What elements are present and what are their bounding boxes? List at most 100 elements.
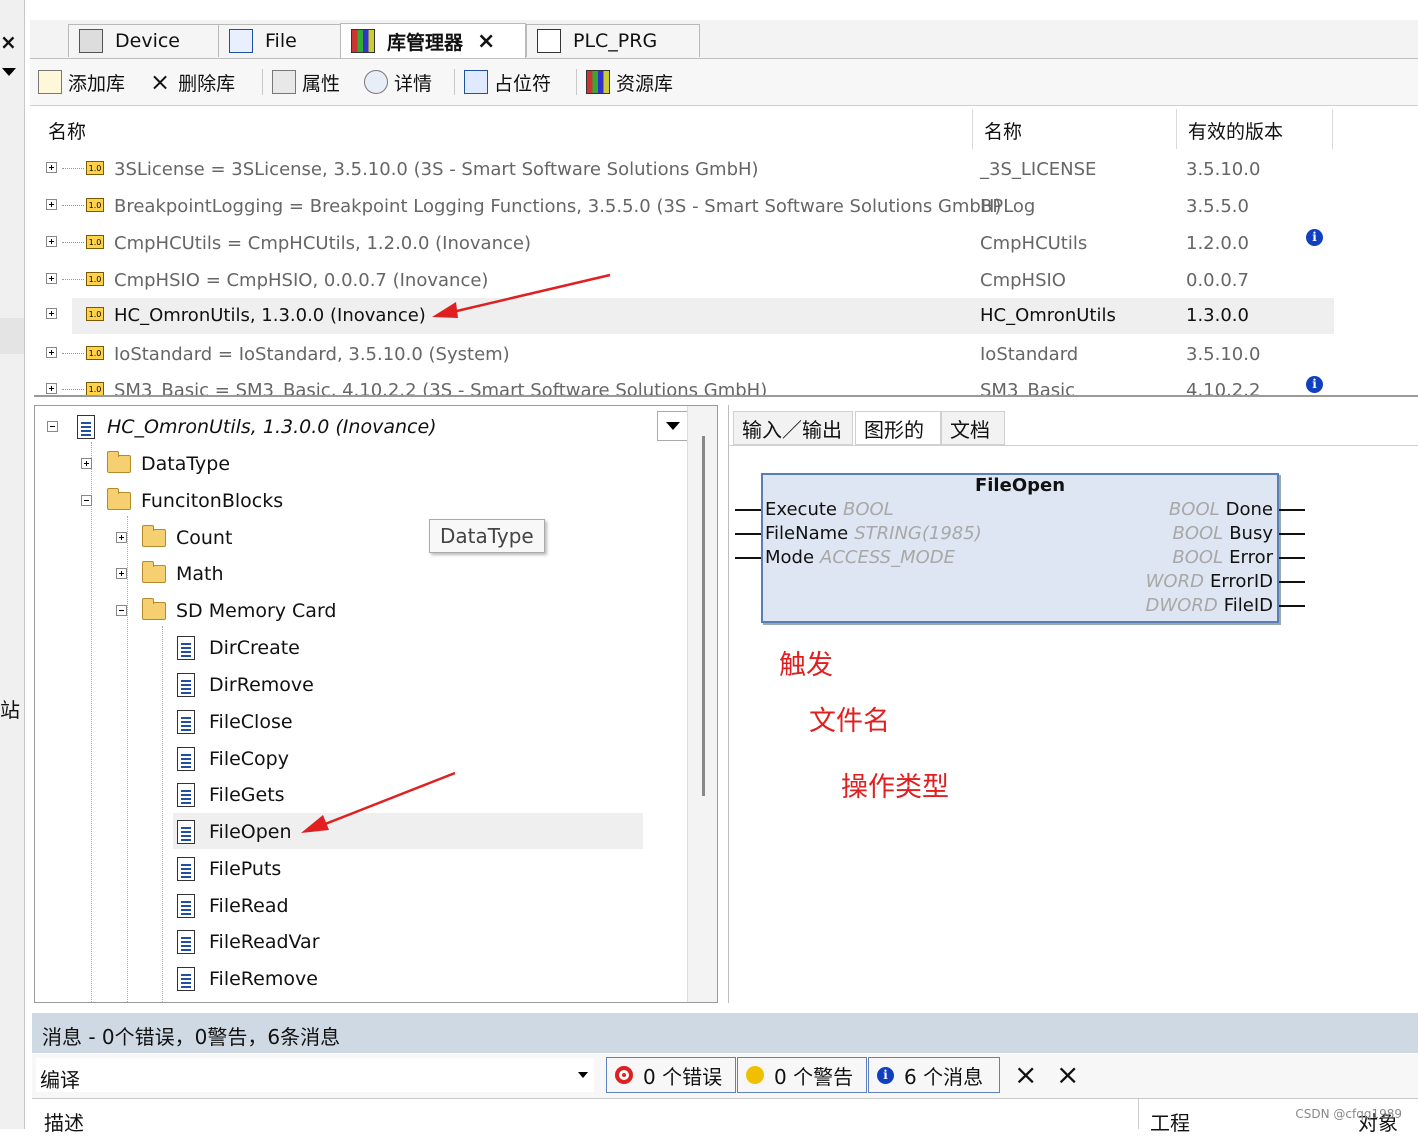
function-block-icon bbox=[177, 710, 195, 734]
library-version-icon: 1.0 bbox=[86, 307, 104, 321]
placeholder-icon bbox=[464, 70, 488, 94]
dropdown-arrow-icon bbox=[666, 422, 680, 430]
side-selection bbox=[0, 318, 24, 354]
tree-item-fileputs[interactable]: FilePuts bbox=[177, 854, 281, 884]
function-block-icon bbox=[177, 747, 195, 771]
tree-folder-math[interactable]: Math bbox=[142, 559, 224, 589]
expand-icon[interactable] bbox=[46, 162, 57, 173]
message-category-select[interactable]: 编译 bbox=[36, 1058, 594, 1092]
collapse-icon[interactable] bbox=[116, 605, 127, 616]
table-row[interactable]: 1.0 BreakpointLogging = Breakpoint Loggi… bbox=[34, 189, 1334, 225]
messages-toolbar: 编译 0 个错误 0 个警告 i 6 个消息 × × bbox=[32, 1054, 1418, 1099]
placeholder-button[interactable]: 占位符 bbox=[464, 68, 551, 96]
scrollbar-thumb[interactable] bbox=[702, 436, 705, 796]
tree-item-fileread[interactable]: FileRead bbox=[177, 891, 289, 921]
tree-folder-sd-memory-card[interactable]: SD Memory Card bbox=[142, 596, 337, 626]
column-header-namespace[interactable]: 名称 bbox=[984, 117, 1022, 144]
expand-icon[interactable] bbox=[46, 347, 57, 358]
annotation-operation-type: 操作类型 bbox=[841, 772, 949, 803]
fb-pin bbox=[1279, 509, 1305, 511]
table-row[interactable]: 1.0 IoStandard = IoStandard, 3.5.10.0 (S… bbox=[34, 337, 1334, 373]
tree-folder-functionblocks[interactable]: FuncitonBlocks bbox=[107, 486, 283, 516]
expand-icon[interactable] bbox=[116, 532, 127, 543]
column-header-name[interactable]: 名称 bbox=[48, 117, 86, 144]
tree-guide bbox=[91, 442, 92, 1002]
fb-pin bbox=[1279, 533, 1305, 535]
repository-button[interactable]: 资源库 bbox=[586, 68, 673, 96]
expand-icon[interactable] bbox=[46, 308, 57, 319]
library-version-icon: 1.0 bbox=[86, 161, 104, 175]
expand-icon[interactable] bbox=[46, 199, 57, 210]
tab-io[interactable]: 输入／输出 bbox=[733, 411, 853, 445]
info-icon: i bbox=[877, 1066, 894, 1084]
tree-item-filegets[interactable]: FileGets bbox=[177, 780, 285, 810]
column-header-project[interactable]: 工程 bbox=[1150, 1107, 1190, 1136]
clear-messages-icon[interactable]: × bbox=[1014, 1058, 1037, 1091]
library-table: 名称 名称 有效的版本 1.0 3SLicense = 3SLicense, 3… bbox=[34, 107, 1418, 397]
tree-item-fileremove[interactable]: FileRemove bbox=[177, 964, 318, 994]
tree-item-fileclose[interactable]: FileClose bbox=[177, 707, 293, 737]
annotation-arrow bbox=[301, 771, 456, 833]
errors-filter-button[interactable]: 0 个错误 bbox=[606, 1057, 736, 1093]
expand-icon[interactable] bbox=[81, 458, 92, 469]
tab-graphic[interactable]: 图形的 bbox=[855, 411, 941, 445]
messages-filter-button[interactable]: i 6 个消息 bbox=[868, 1057, 1000, 1093]
properties-icon bbox=[272, 70, 296, 94]
tab-documentation[interactable]: 文档 bbox=[941, 411, 1005, 445]
function-block-icon bbox=[177, 857, 195, 881]
details-button[interactable]: 详情 bbox=[364, 68, 432, 96]
tree-folder-count[interactable]: Count bbox=[142, 523, 232, 553]
editor-tab-bar: Device File 库管理器 × PLC_PRG bbox=[30, 20, 1418, 59]
annotation-arrow bbox=[432, 273, 611, 318]
watermark: CSDN @cfqq1989 bbox=[1295, 1107, 1402, 1121]
dropdown-arrow-icon[interactable] bbox=[2, 68, 16, 76]
tree-item-fileopen[interactable]: FileOpen bbox=[177, 817, 292, 847]
clear-all-messages-icon[interactable]: × bbox=[1056, 1058, 1079, 1091]
folder-icon bbox=[142, 525, 166, 547]
tree-item-filereadvar[interactable]: FileReadVar bbox=[177, 927, 320, 957]
folder-icon bbox=[107, 451, 131, 473]
tree-connector bbox=[62, 279, 84, 280]
properties-button[interactable]: 属性 bbox=[272, 68, 340, 96]
expand-icon[interactable] bbox=[116, 568, 127, 579]
tab-library-manager[interactable]: 库管理器 × bbox=[340, 23, 526, 58]
folder-icon bbox=[142, 561, 166, 583]
tree-item-dirremove[interactable]: DirRemove bbox=[177, 670, 314, 700]
column-divider bbox=[1332, 109, 1333, 149]
info-icon[interactable]: i bbox=[1306, 376, 1323, 393]
table-row[interactable]: 1.0 CmpHCUtils = CmpHCUtils, 1.2.0.0 (In… bbox=[34, 226, 1334, 262]
dropdown-arrow-icon bbox=[578, 1072, 588, 1078]
table-row[interactable]: 1.0 SM3_Basic = SM3_Basic, 4.10.2.2 (3S … bbox=[34, 373, 1334, 395]
column-header-version[interactable]: 有效的版本 bbox=[1188, 117, 1283, 144]
delete-library-button[interactable]: × 删除库 bbox=[150, 68, 235, 96]
function-block-icon bbox=[177, 820, 195, 844]
tree-item-dircreate[interactable]: DirCreate bbox=[177, 633, 300, 663]
collapse-icon[interactable] bbox=[81, 495, 92, 506]
expand-icon[interactable] bbox=[46, 273, 57, 284]
warnings-filter-button[interactable]: 0 个警告 bbox=[737, 1057, 867, 1093]
warning-icon bbox=[746, 1066, 764, 1084]
table-row[interactable]: 1.0 CmpHSIO = CmpHSIO, 0.0.0.7 (Inovance… bbox=[34, 263, 1334, 299]
close-icon[interactable]: × bbox=[0, 30, 17, 54]
tree-scrollbar[interactable] bbox=[687, 406, 717, 1002]
function-block-icon bbox=[177, 673, 195, 697]
expand-icon[interactable] bbox=[46, 383, 57, 394]
column-divider bbox=[972, 109, 973, 149]
table-row-selected[interactable]: 1.0 HC_OmronUtils, 1.3.0.0 (Inovance) HC… bbox=[46, 298, 1334, 334]
collapse-icon[interactable] bbox=[47, 421, 58, 432]
annotation-filename: 文件名 bbox=[809, 706, 890, 737]
tree-item-filecopy[interactable]: FileCopy bbox=[177, 744, 289, 774]
tree-root[interactable]: HC_OmronUtils, 1.3.0.0 (Inovance) bbox=[77, 412, 437, 442]
tab-plc-prg[interactable]: PLC_PRG bbox=[526, 24, 700, 57]
tree-dropdown[interactable] bbox=[657, 411, 689, 441]
details-icon bbox=[364, 70, 388, 94]
column-header-description[interactable]: 描述 bbox=[44, 1107, 84, 1136]
tab-close-icon[interactable]: × bbox=[477, 29, 495, 54]
table-row[interactable]: 1.0 3SLicense = 3SLicense, 3.5.10.0 (3S … bbox=[34, 152, 1334, 188]
tree-folder-datatype[interactable]: DataType bbox=[107, 449, 230, 479]
tree-connector bbox=[62, 168, 84, 169]
fb-pin bbox=[735, 533, 761, 535]
add-library-button[interactable]: 添加库 bbox=[38, 68, 125, 96]
info-icon[interactable]: i bbox=[1306, 229, 1323, 246]
expand-icon[interactable] bbox=[46, 236, 57, 247]
